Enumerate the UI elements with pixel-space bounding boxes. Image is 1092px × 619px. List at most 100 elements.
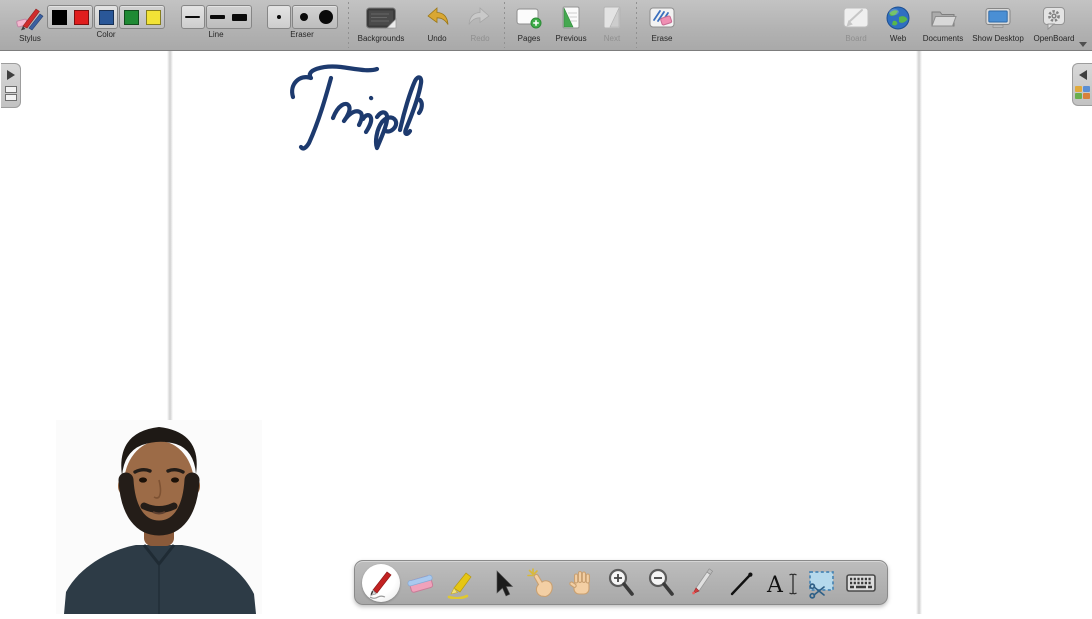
openboard-window: Stylus Color bbox=[0, 0, 1092, 614]
line-tool-button[interactable] bbox=[723, 563, 759, 603]
toolbar-separator bbox=[504, 2, 505, 48]
undo-button[interactable]: Undo bbox=[414, 0, 460, 50]
eraser-large-button[interactable] bbox=[315, 6, 337, 28]
capture-tool-button[interactable] bbox=[803, 563, 839, 603]
next-page-button: Next bbox=[592, 0, 632, 50]
openboard-menu-caret-icon[interactable] bbox=[1079, 42, 1087, 47]
show-desktop-monitor-icon bbox=[984, 3, 1012, 33]
line-icon bbox=[727, 568, 755, 598]
redo-label: Redo bbox=[470, 34, 489, 44]
expand-right-icon[interactable] bbox=[7, 70, 15, 80]
previous-page-button[interactable]: Previous bbox=[548, 0, 594, 50]
next-page-icon bbox=[600, 3, 624, 33]
text-tool-button[interactable]: A bbox=[763, 563, 799, 603]
text-icon: A bbox=[764, 568, 798, 598]
color-swatch-green[interactable] bbox=[120, 6, 142, 28]
laser-pointer-tool-button[interactable] bbox=[683, 563, 719, 603]
line-thick-button[interactable] bbox=[229, 6, 251, 28]
keyboard-icon bbox=[845, 568, 877, 598]
hand-tool-button[interactable] bbox=[563, 563, 599, 603]
pointing-hand-icon bbox=[525, 567, 557, 599]
openboard-gear-icon bbox=[1041, 3, 1067, 33]
eraser-small-button[interactable] bbox=[268, 6, 290, 28]
previous-page-label: Previous bbox=[555, 34, 586, 44]
eraser-icon bbox=[406, 568, 436, 598]
erase-button[interactable]: Erase bbox=[640, 0, 684, 50]
board-icon bbox=[842, 3, 870, 33]
web-globe-icon bbox=[885, 3, 911, 33]
openboard-menu-button[interactable]: OpenBoard bbox=[1026, 0, 1082, 50]
color-swatch-red[interactable] bbox=[70, 6, 92, 28]
toolbar-separator bbox=[348, 2, 349, 48]
stylus-icon bbox=[15, 3, 45, 33]
eraser-tool-button[interactable] bbox=[403, 563, 439, 603]
pages-add-icon bbox=[515, 3, 543, 33]
cursor-arrow-icon bbox=[488, 568, 514, 598]
backgrounds-button[interactable]: Backgrounds bbox=[352, 0, 410, 50]
zoom-out-icon bbox=[646, 567, 676, 599]
web-button[interactable]: Web bbox=[878, 0, 918, 50]
openboard-label: OpenBoard bbox=[1034, 34, 1075, 44]
pages-button[interactable]: Pages bbox=[506, 0, 552, 50]
color-swatch-blue[interactable] bbox=[95, 6, 117, 28]
color-swatch-black[interactable] bbox=[48, 6, 70, 28]
next-page-label: Next bbox=[604, 34, 620, 44]
stylus-label: Stylus bbox=[19, 34, 41, 44]
left-panel-tab[interactable] bbox=[1, 63, 21, 108]
hand-pan-icon bbox=[566, 567, 596, 599]
web-label: Web bbox=[890, 34, 906, 44]
presenter-webcam-overlay bbox=[56, 420, 262, 614]
pages-label: Pages bbox=[518, 34, 541, 44]
redo-button: Redo bbox=[458, 0, 502, 50]
color-label: Color bbox=[96, 30, 115, 40]
line-label: Line bbox=[208, 30, 223, 40]
page-right-edge bbox=[916, 51, 922, 614]
handwriting-text: Tripl bbox=[0, 51, 1, 52]
eraser-size-picker: Eraser bbox=[262, 0, 342, 50]
previous-page-icon bbox=[559, 3, 583, 33]
expand-left-icon[interactable] bbox=[1079, 70, 1087, 80]
page-thumbnails-icon[interactable] bbox=[5, 86, 17, 101]
presenter-video bbox=[56, 420, 262, 614]
zoom-in-icon bbox=[606, 567, 636, 599]
highlighter-tool-button[interactable] bbox=[443, 563, 479, 603]
pen-tool-button[interactable] bbox=[363, 563, 399, 603]
show-desktop-label: Show Desktop bbox=[972, 34, 1024, 44]
pen-icon bbox=[366, 567, 396, 599]
eraser-medium-button[interactable] bbox=[293, 6, 315, 28]
board-button: Board bbox=[834, 0, 878, 50]
line-thin-button[interactable] bbox=[182, 6, 204, 28]
capture-icon bbox=[806, 567, 836, 599]
laser-pointer-icon bbox=[687, 567, 715, 599]
documents-button[interactable]: Documents bbox=[916, 0, 970, 50]
erase-label: Erase bbox=[652, 34, 673, 44]
color-palette: Color bbox=[52, 0, 160, 50]
redo-icon bbox=[467, 3, 493, 33]
color-swatch-yellow[interactable] bbox=[142, 6, 164, 28]
virtual-keyboard-tool-button[interactable] bbox=[843, 563, 879, 603]
toolbar-separator bbox=[636, 2, 637, 48]
documents-label: Documents bbox=[923, 34, 963, 44]
backgrounds-label: Backgrounds bbox=[358, 34, 405, 44]
show-desktop-button[interactable]: Show Desktop bbox=[968, 0, 1028, 50]
selector-tool-button[interactable] bbox=[483, 563, 519, 603]
documents-folder-icon bbox=[929, 3, 957, 33]
whiteboard-canvas[interactable]: Tripl bbox=[0, 51, 1092, 614]
undo-icon bbox=[424, 3, 450, 33]
top-toolbar: Stylus Color bbox=[0, 0, 1092, 51]
eraser-label: Eraser bbox=[290, 30, 314, 40]
text-tool-letter: A bbox=[766, 573, 784, 598]
right-panel-tab[interactable] bbox=[1072, 63, 1092, 106]
undo-label: Undo bbox=[427, 34, 446, 44]
interact-tool-button[interactable] bbox=[523, 563, 559, 603]
zoom-in-tool-button[interactable] bbox=[603, 563, 639, 603]
line-medium-button[interactable] bbox=[207, 6, 229, 28]
erase-icon bbox=[648, 3, 676, 33]
highlighter-icon bbox=[446, 567, 476, 599]
backgrounds-icon bbox=[365, 3, 397, 33]
line-width-picker: Line bbox=[176, 0, 256, 50]
board-label: Board bbox=[845, 34, 866, 44]
bottom-tool-palette: A bbox=[354, 560, 888, 605]
library-icon[interactable] bbox=[1075, 86, 1090, 99]
zoom-out-tool-button[interactable] bbox=[643, 563, 679, 603]
